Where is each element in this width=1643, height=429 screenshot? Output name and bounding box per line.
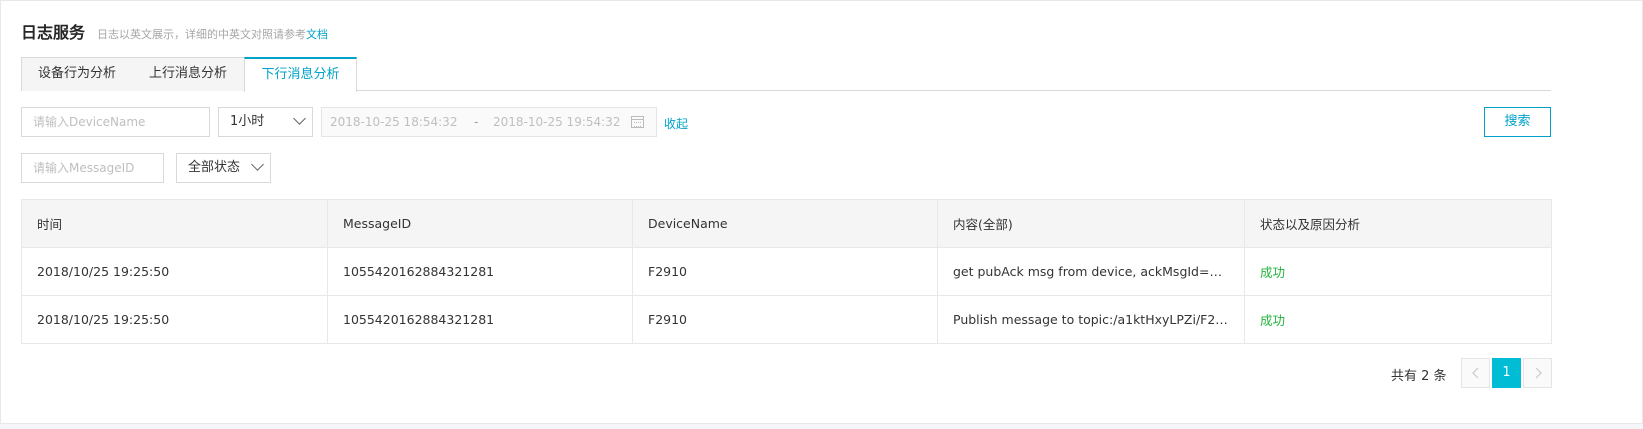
chevron-right-icon — [1535, 367, 1542, 379]
cell-message-id: 1055420162884321281 — [327, 247, 633, 296]
time-range-select[interactable]: 1小时 — [218, 107, 313, 137]
cell-time: 2018/10/25 19:25:50 — [21, 247, 328, 296]
date-start[interactable]: 2018-10-25 18:54:32 — [330, 108, 457, 136]
page-header: 日志服务 日志以英文展示，详细的中英文对照请参考文档 — [21, 19, 328, 43]
chevron-left-icon — [1471, 367, 1478, 379]
page-button-current[interactable]: 1 — [1492, 358, 1521, 388]
device-name-input[interactable]: 请输入DeviceName — [21, 107, 210, 137]
tab-device-behavior[interactable]: 设备行为分析 — [21, 57, 133, 91]
chevron-down-icon — [251, 158, 264, 171]
subtitle-text: 日志以英文展示，详细的中英文对照请参考 — [97, 28, 307, 41]
table-row[interactable]: 2018/10/25 19:25:50 1055420162884321281 … — [21, 247, 1552, 296]
log-service-panel: 日志服务 日志以英文展示，详细的中英文对照请参考文档 设备行为分析 上行消息分析… — [0, 0, 1643, 424]
message-table: 时间 MessageID DeviceName 内容(全部) 状态以及原因分析 … — [21, 199, 1552, 344]
table-header-row: 时间 MessageID DeviceName 内容(全部) 状态以及原因分析 — [21, 199, 1552, 248]
date-range-picker[interactable]: 2018-10-25 18:54:32 - 2018-10-25 19:54:3… — [321, 107, 657, 137]
prev-page-button[interactable] — [1461, 358, 1490, 388]
next-page-button[interactable] — [1523, 358, 1552, 388]
search-button[interactable]: 搜索 — [1484, 107, 1551, 137]
date-end[interactable]: 2018-10-25 19:54:32 — [493, 108, 620, 136]
cell-content: get pubAck msg from device, ackMsgId=255… — [937, 247, 1245, 296]
page-subtitle: 日志以英文展示，详细的中英文对照请参考文档 — [97, 26, 328, 42]
message-id-input[interactable]: 请输入MessageID — [21, 153, 164, 183]
column-header-time: 时间 — [21, 199, 328, 248]
chevron-down-icon — [293, 112, 306, 125]
table-row[interactable]: 2018/10/25 19:25:50 1055420162884321281 … — [21, 295, 1552, 344]
page-title: 日志服务 — [21, 23, 86, 42]
calendar-icon[interactable] — [631, 116, 644, 128]
cell-time: 2018/10/25 19:25:50 — [21, 295, 328, 344]
column-header-status: 状态以及原因分析 — [1244, 199, 1552, 248]
cell-content: Publish message to topic:/a1ktHxyLPZi/F2… — [937, 295, 1245, 344]
tab-bar: 设备行为分析 上行消息分析 下行消息分析 — [21, 57, 1551, 92]
docs-link[interactable]: 文档 — [306, 28, 328, 41]
status-select[interactable]: 全部状态 — [176, 153, 271, 183]
column-header-content: 内容(全部) — [937, 199, 1245, 248]
cell-status: 成功 — [1244, 247, 1552, 296]
cell-status: 成功 — [1244, 295, 1552, 344]
tab-upstream-message[interactable]: 上行消息分析 — [132, 57, 245, 91]
time-range-value: 1小时 — [230, 114, 265, 129]
cell-device-name: F2910 — [632, 247, 938, 296]
cell-device-name: F2910 — [632, 295, 938, 344]
collapse-link[interactable]: 收起 — [664, 115, 688, 132]
cell-message-id: 1055420162884321281 — [327, 295, 633, 344]
status-select-value: 全部状态 — [188, 160, 241, 175]
pagination-total: 共有 2 条 — [1391, 369, 1447, 384]
tab-downstream-message[interactable]: 下行消息分析 — [244, 57, 357, 92]
column-header-message-id: MessageID — [327, 199, 633, 248]
date-separator: - — [474, 115, 479, 129]
column-header-device-name: DeviceName — [632, 199, 938, 248]
